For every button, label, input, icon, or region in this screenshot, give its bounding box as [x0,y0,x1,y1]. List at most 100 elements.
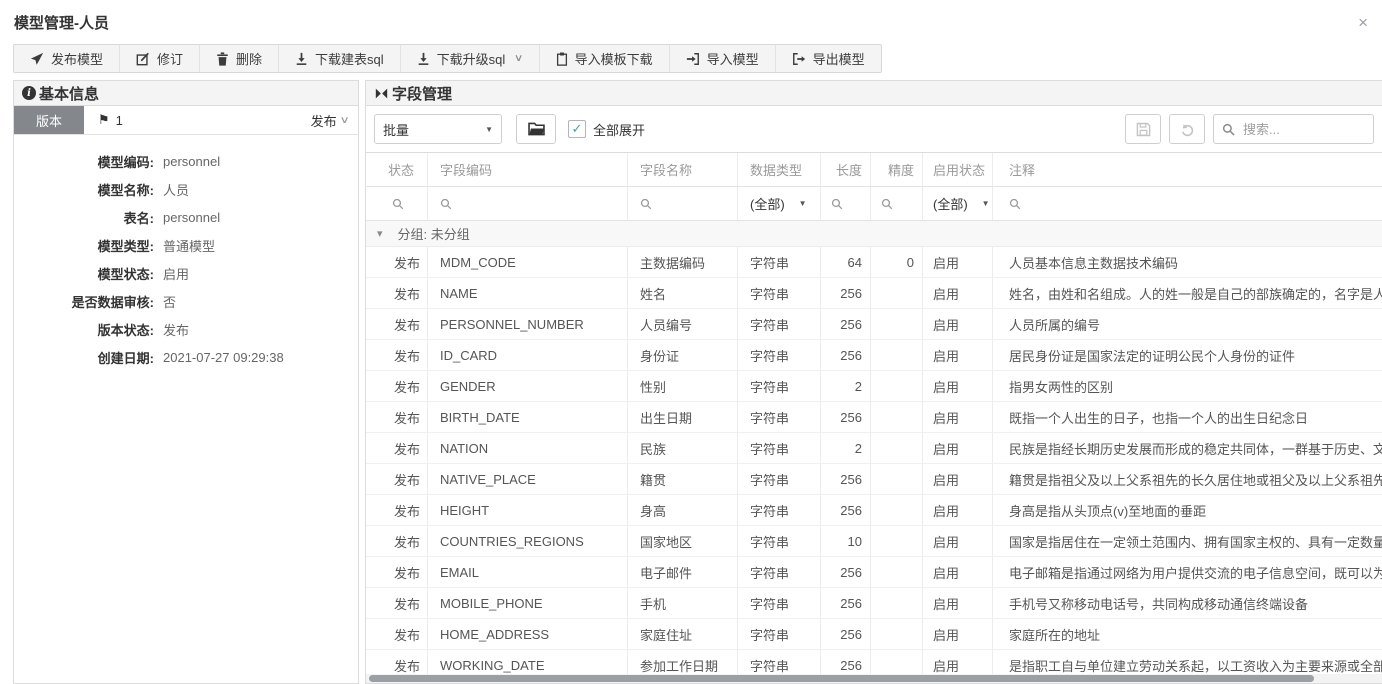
download-icon [295,52,308,66]
close-icon[interactable]: × [1358,14,1368,31]
caret-down-icon: ▼ [485,125,493,134]
filter-precision[interactable] [871,187,923,220]
cell-precision [871,619,923,649]
expand-all-checkbox[interactable]: ✓ 全部展开 [568,120,645,139]
cell-status: 发布 [366,433,428,463]
table-row[interactable]: 发布 ID_CARD 身份证 字符串 256 启用 居民身份证是国家法定的证明公… [366,340,1382,371]
cell-data-type: 字符串 [738,433,821,463]
download-create-sql-button[interactable]: 下载建表sql [279,45,401,72]
group-row-ungrouped[interactable]: ▾ 分组: 未分组 [366,221,1382,247]
table-row[interactable]: 发布 BIRTH_DATE 出生日期 字符串 256 启用 既指一个人出生的日子… [366,402,1382,433]
toolbar-wrap: 发布模型 修订 删除 下载建表sql [0,44,1382,73]
info-field-value: 发布 [163,320,189,339]
field-management-header: 字段管理 [366,81,1382,106]
cell-comment: 手机号又称移动电话号，共同构成移动通信终端设备 [993,588,1382,618]
download-upgrade-sql-label: 下载升级sql [437,49,506,68]
column-header-field-code[interactable]: 字段编码 [428,153,628,186]
table-row[interactable]: 发布 NATION 民族 字符串 2 启用 民族是指经长期历史发展而形成的稳定共… [366,433,1382,464]
publish-model-button[interactable]: 发布模型 [14,45,120,72]
info-row: 模型状态: 启用 [14,259,358,287]
save-button[interactable] [1125,114,1161,144]
delete-button[interactable]: 删除 [200,45,279,72]
cell-precision [871,371,923,401]
import-model-button[interactable]: 导入模型 [670,45,776,72]
cell-field-name: 民族 [628,433,738,463]
filter-status[interactable] [366,187,428,220]
table-row[interactable]: 发布 MOBILE_PHONE 手机 字符串 256 启用 手机号又称移动电话号… [366,588,1382,619]
table-row[interactable]: 发布 NATIVE_PLACE 籍贯 字符串 256 启用 籍贯是指祖父及以上父… [366,464,1382,495]
table-row[interactable]: 发布 GENDER 性别 字符串 2 启用 指男女两性的区别 [366,371,1382,402]
cell-length: 256 [821,309,871,339]
clipboard-icon [556,52,568,66]
cell-enabled-status: 启用 [923,464,993,494]
table-row[interactable]: 发布 PERSONNEL_NUMBER 人员编号 字符串 256 启用 人员所属… [366,309,1382,340]
info-icon: i [22,86,36,100]
info-field-value: 2021-07-27 09:29:38 [163,350,284,365]
table-row[interactable]: 发布 HOME_ADDRESS 家庭住址 字符串 256 启用 家庭所在的地址 [366,619,1382,650]
cell-field-code: NAME [428,278,628,308]
column-header-comment[interactable]: 注释 [993,153,1382,186]
filter-enabled-status-select[interactable]: (全部) ▼ [923,187,993,220]
chevron-down-icon[interactable]: ∨ [514,53,524,64]
batch-select[interactable]: 批量 ▼ [374,114,502,144]
fields-icon [374,87,389,100]
tab-version[interactable]: 版本 [14,106,84,134]
cell-data-type: 字符串 [738,557,821,587]
cell-status: 发布 [366,247,428,277]
info-field-label: 创建日期: [14,348,154,367]
column-header-data-type[interactable]: 数据类型 [738,153,821,186]
info-row: 是否数据审核: 否 [14,287,358,315]
save-icon [1136,122,1151,137]
column-header-enabled-status[interactable]: 启用状态 [923,153,993,186]
filter-comment[interactable] [993,187,1382,220]
undo-button[interactable] [1169,114,1205,144]
cell-field-code: GENDER [428,371,628,401]
cell-enabled-status: 启用 [923,371,993,401]
send-icon [30,52,44,66]
cell-field-code: COUNTRIES_REGIONS [428,526,628,556]
filter-data-type-select[interactable]: (全部) ▼ [738,187,821,220]
cell-data-type: 字符串 [738,495,821,525]
field-management-panel: 字段管理 批量 ▼ ✓ 全部展开 [365,80,1382,684]
table-row[interactable]: 发布 HEIGHT 身高 字符串 256 启用 身高是指从头顶点(v)至地面的垂… [366,495,1382,526]
download-upgrade-sql-button[interactable]: 下载升级sql ∨ [401,45,540,72]
table-row[interactable]: 发布 EMAIL 电子邮件 字符串 256 启用 电子邮箱是指通过网络为用户提供… [366,557,1382,588]
horizontal-scrollbar[interactable] [366,674,1382,683]
cell-field-code: HEIGHT [428,495,628,525]
caret-down-icon: ▼ [982,199,990,208]
horizontal-scrollbar-thumb[interactable] [369,675,1314,682]
grid-toolbar-right [1125,114,1374,144]
table-row[interactable]: 发布 MDM_CODE 主数据编码 字符串 64 0 启用 人员基本信息主数据技… [366,247,1382,278]
filter-field-code[interactable] [428,187,628,220]
column-header-precision[interactable]: 精度 [871,153,923,186]
revise-button[interactable]: 修订 [120,45,200,72]
batch-select-value: 批量 [383,120,409,139]
import-template-download-button[interactable]: 导入模板下载 [540,45,670,72]
model-toolbar: 发布模型 修订 删除 下载建表sql [13,44,882,73]
cell-length: 256 [821,557,871,587]
version-status-dropdown[interactable]: 发布 ∨ [311,111,348,130]
column-header-status[interactable]: 状态 [366,153,428,186]
info-row: 版本状态: 发布 [14,315,358,343]
info-field-value: 普通模型 [163,236,215,255]
cell-enabled-status: 启用 [923,278,993,308]
folder-button[interactable] [516,114,556,144]
table-row[interactable]: 发布 NAME 姓名 字符串 256 启用 姓名，由姓和名组成。人的姓一般是自己… [366,278,1382,309]
cell-length: 2 [821,433,871,463]
cell-status: 发布 [366,619,428,649]
column-header-length[interactable]: 长度 [821,153,871,186]
filter-length[interactable] [821,187,871,220]
cell-field-code: EMAIL [428,557,628,587]
info-field-label: 模型名称: [14,180,154,199]
table-row[interactable]: 发布 COUNTRIES_REGIONS 国家地区 字符串 10 启用 国家是指… [366,526,1382,557]
filter-field-name[interactable] [628,187,738,220]
content-area: i 基本信息 版本 ⚑ 1 发布 ∨ 模型编码: personnel [0,73,1382,684]
export-model-button[interactable]: 导出模型 [776,45,881,72]
search-icon [640,198,652,210]
search-input[interactable] [1241,121,1365,138]
version-status-label: 发布 [311,111,337,130]
cell-status: 发布 [366,557,428,587]
cell-length: 256 [821,495,871,525]
cell-enabled-status: 启用 [923,526,993,556]
column-header-field-name[interactable]: 字段名称 [628,153,738,186]
